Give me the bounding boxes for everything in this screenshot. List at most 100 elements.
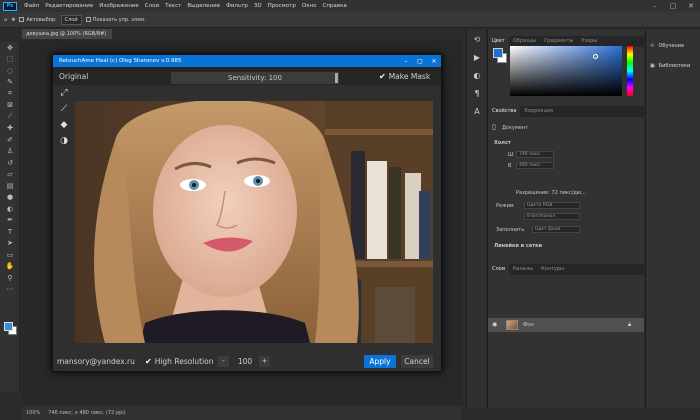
guides-section-header[interactable]: Линейки и сетки <box>494 243 542 249</box>
quick-select-icon[interactable]: ✎ <box>0 77 20 89</box>
menu-view[interactable]: Просмотр <box>265 3 299 9</box>
tab-properties[interactable]: Свойства <box>488 106 521 117</box>
plugin-title-bar[interactable]: RetouchAme Heal (c) Oleg Sharonov v.0.98… <box>53 55 441 67</box>
dodge-icon[interactable]: ◐ <box>0 203 20 215</box>
close-icon[interactable]: ✕ <box>682 2 700 10</box>
resolution-decrease-button[interactable]: - <box>218 356 229 367</box>
sensitivity-handle[interactable] <box>335 73 338 83</box>
mode-label: Режим <box>496 203 514 209</box>
crop-icon[interactable]: ⌗ <box>0 88 20 100</box>
eyedropper-icon[interactable]: ⟋ <box>0 111 20 123</box>
fit-screen-icon[interactable]: ⤢ <box>55 85 73 101</box>
history-icon[interactable]: ⟲ <box>467 30 487 48</box>
pen-icon[interactable]: ✒ <box>0 215 20 227</box>
menu-filter[interactable]: Фильтр <box>223 3 251 9</box>
menu-type[interactable]: Текст <box>162 3 184 9</box>
brush-icon[interactable]: ✐ <box>0 134 20 146</box>
lock-icon[interactable]: 🔒︎ <box>628 321 631 329</box>
plugin-tools: ⤢ ⟋ ◆ ◑ <box>55 85 73 155</box>
photoshop-logo-icon: Ps <box>3 1 17 11</box>
minimize-icon[interactable]: – <box>646 2 664 10</box>
mode-select[interactable]: Цвета RGB <box>524 202 580 209</box>
tab-channels[interactable]: Каналы <box>509 264 537 275</box>
menu-image[interactable]: Изображение <box>96 3 142 9</box>
properties-panel-tabs: Свойства Коррекция <box>488 106 644 117</box>
lasso-icon[interactable]: ◌ <box>0 65 20 77</box>
foreground-color-swatch[interactable] <box>4 322 13 331</box>
hue-slider[interactable] <box>627 46 633 96</box>
paragraph-icon[interactable]: ¶ <box>467 84 487 102</box>
check-icon: ✔ <box>379 72 386 81</box>
blur-icon[interactable]: ● <box>0 192 20 204</box>
tab-adjustments[interactable]: Коррекция <box>520 106 557 117</box>
gradient-icon[interactable]: ▤ <box>0 180 20 192</box>
document-info[interactable]: 746 пикс. x 480 пикс. (72 ppi) <box>48 407 125 420</box>
brush-icon[interactable]: ⟋ <box>55 101 73 117</box>
layer-name[interactable]: Фон <box>523 322 534 328</box>
menu-select[interactable]: Выделение <box>184 3 223 9</box>
eraser-icon[interactable]: ◆ <box>55 117 73 133</box>
history-brush-icon[interactable]: ↺ <box>0 157 20 169</box>
actions-icon[interactable]: ▶ <box>467 48 487 66</box>
width-field[interactable]: 746 пикс. <box>516 151 554 158</box>
tab-layers[interactable]: Слои <box>488 264 509 275</box>
high-resolution-checkbox[interactable]: ✔ High Resolution <box>145 357 214 366</box>
menu-window[interactable]: Окно <box>299 3 320 9</box>
move-icon[interactable]: ✥ <box>0 42 20 54</box>
color-picker-field[interactable] <box>510 46 622 96</box>
home-icon[interactable]: ⌂ <box>4 17 7 23</box>
canvas-section-header[interactable]: Холст <box>494 140 511 146</box>
cancel-button[interactable]: Cancel <box>401 355 433 368</box>
fill-select[interactable]: Цвет фона <box>532 226 580 233</box>
menu-file[interactable]: Файл <box>21 3 42 9</box>
panel-foreground-swatch[interactable] <box>493 48 503 58</box>
tab-paths[interactable]: Контуры <box>537 264 568 275</box>
rectangle-icon[interactable]: ▭ <box>0 249 20 261</box>
character-icon[interactable]: A <box>467 102 487 120</box>
eraser-icon[interactable]: ▱ <box>0 169 20 181</box>
path-select-icon[interactable]: ➤ <box>0 238 20 250</box>
height-field[interactable]: 480 пикс. <box>516 162 554 169</box>
zoom-level[interactable]: 100% <box>26 407 40 420</box>
marquee-icon[interactable]: ⬚ <box>0 54 20 66</box>
type-icon[interactable]: T <box>0 226 20 238</box>
maximize-icon[interactable]: ▢ <box>664 2 682 10</box>
document-tab[interactable]: девушка.jpg @ 100% (RGB/8#) <box>22 29 112 39</box>
transform-label: Показать упр. элем. <box>92 16 146 23</box>
adjustments-icon[interactable]: ◐ <box>467 66 487 84</box>
plugin-maximize-icon[interactable]: ▢ <box>413 58 427 65</box>
autoselect-checkbox[interactable]: Автовыбор: <box>19 16 57 23</box>
plugin-close-icon[interactable]: ✕ <box>427 58 441 65</box>
apply-button[interactable]: Apply <box>364 355 396 368</box>
resolution-increase-button[interactable]: + <box>259 356 270 367</box>
bit-depth-select[interactable]: 8 бит/канал <box>524 213 580 220</box>
color-picker-cursor[interactable] <box>593 54 598 59</box>
more-tools-icon[interactable]: ⋯ <box>0 284 20 296</box>
menu-3d[interactable]: 3D <box>251 3 265 9</box>
learn-panel-button[interactable]: ☼ Обучение <box>646 36 700 56</box>
visibility-eye-icon[interactable]: ◉ <box>492 321 497 328</box>
zoom-icon[interactable]: ⚲ <box>0 272 20 284</box>
frame-icon[interactable]: ⊠ <box>0 100 20 112</box>
tab-color[interactable]: Цвет <box>488 36 509 47</box>
plugin-minimize-icon[interactable]: – <box>399 58 413 65</box>
menu-edit[interactable]: Редактирование <box>42 3 96 9</box>
resolution-value[interactable]: 100 <box>234 357 256 366</box>
libraries-panel-button[interactable]: ▣ Библиотеки <box>646 56 700 76</box>
contrast-icon[interactable]: ◑ <box>55 133 73 149</box>
original-toggle[interactable]: Original <box>59 72 88 81</box>
check-icon: ✔ <box>145 357 152 366</box>
photo-preview[interactable] <box>75 101 433 343</box>
menu-help[interactable]: Справка <box>319 3 349 9</box>
width-label: Ш <box>508 152 514 158</box>
transform-controls-checkbox[interactable]: Показать упр. элем. <box>85 16 146 23</box>
menu-layers[interactable]: Слои <box>142 3 162 9</box>
layer-thumbnail[interactable] <box>506 320 518 330</box>
make-mask-checkbox[interactable]: ✔ Make Mask <box>379 72 430 81</box>
layer-select[interactable]: Слой <box>60 14 82 25</box>
hand-icon[interactable]: ✋ <box>0 261 20 273</box>
healing-brush-icon[interactable]: ✚ <box>0 123 20 135</box>
sensitivity-slider[interactable]: Sensitivity: 100 <box>171 72 339 84</box>
stamp-icon[interactable]: ♙ <box>0 146 20 158</box>
move-tool-icon[interactable]: ✥ <box>11 17 15 23</box>
